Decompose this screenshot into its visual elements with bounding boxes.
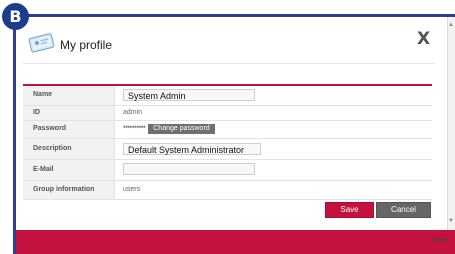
profile-form: Name System Admin ID admin Password ****… [23, 86, 432, 200]
change-password-button[interactable]: Change password [148, 124, 215, 134]
form-row-password: Password ********** Change password [23, 120, 432, 139]
dialog-title: My profile [60, 38, 113, 52]
name-label: Name [23, 86, 115, 106]
email-field[interactable] [123, 162, 255, 175]
form-row-email: E-Mail [23, 159, 432, 181]
id-value: admin [114, 105, 432, 121]
group-value: users [114, 180, 432, 200]
step-badge: B [2, 3, 29, 30]
form-row-id: ID admin [23, 105, 432, 121]
form-row-name: Name System Admin [23, 86, 432, 106]
scroll-down-icon[interactable]: ▼ [448, 218, 454, 224]
form-row-description: Description Default System Administrator [23, 138, 432, 160]
email-label: E-Mail [23, 159, 115, 181]
cancel-button[interactable]: Cancel [376, 202, 431, 218]
close-icon[interactable]: X [417, 29, 430, 49]
group-label: Group information [23, 180, 115, 200]
form-row-group: Group information users [23, 180, 432, 200]
name-field[interactable]: System Admin [123, 89, 255, 102]
password-label: Password [23, 120, 115, 139]
description-label: Description [23, 138, 115, 160]
password-masked: ********** [123, 125, 146, 133]
vertical-scrollbar[interactable] [447, 17, 455, 230]
title-divider [23, 63, 435, 64]
scroll-up-icon[interactable]: ▲ [448, 22, 454, 28]
description-field[interactable]: Default System Administrator [123, 142, 261, 155]
id-label: ID [23, 105, 115, 121]
footer-close-link[interactable]: close [432, 237, 448, 244]
dialog-footer [16, 230, 455, 254]
save-button[interactable]: Save [325, 202, 374, 218]
profile-card-icon [28, 33, 55, 53]
